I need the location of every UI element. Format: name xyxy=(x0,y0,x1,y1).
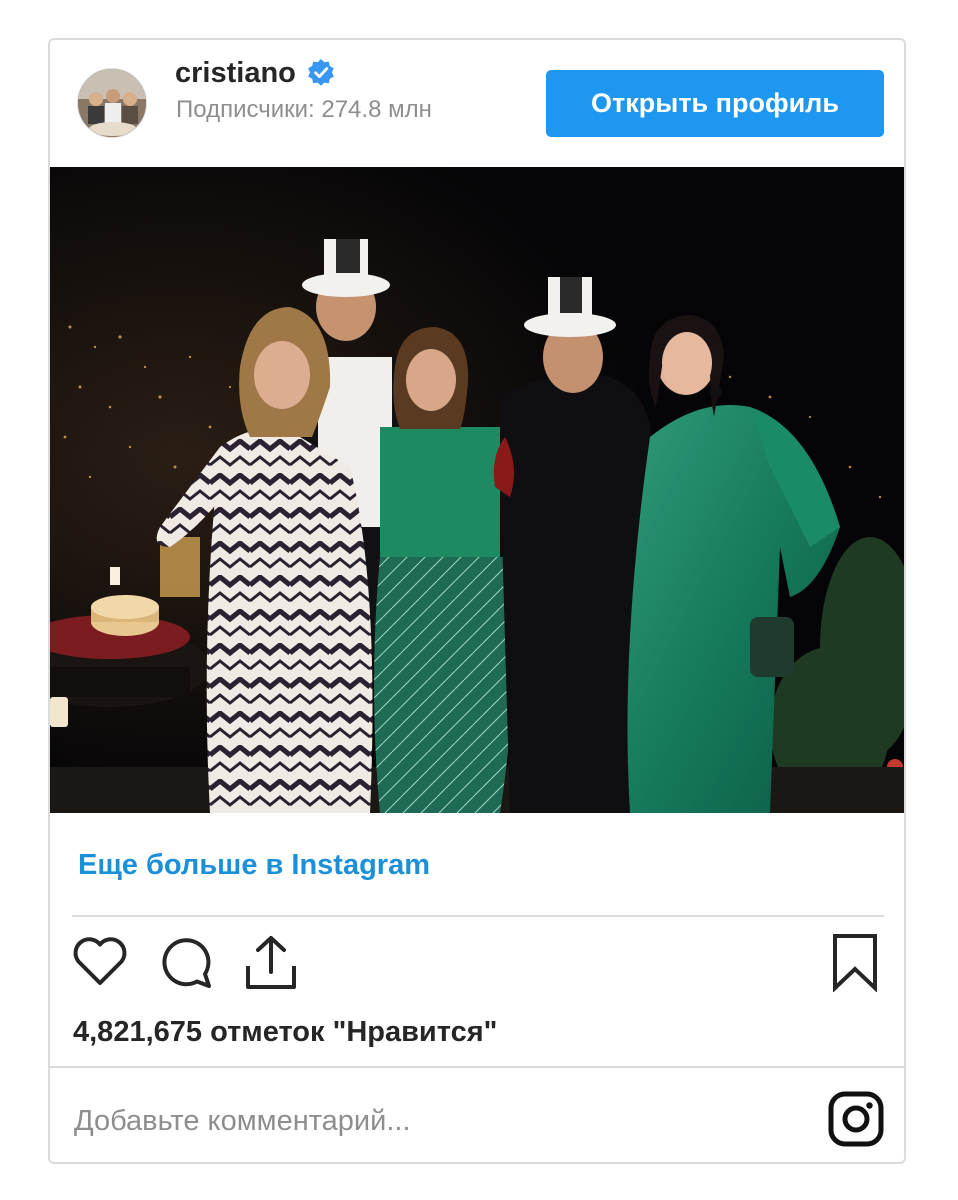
username[interactable]: cristiano xyxy=(175,55,296,91)
comment-input[interactable] xyxy=(72,1092,816,1150)
more-in-instagram-link[interactable]: Еще больше в Instagram xyxy=(78,845,430,885)
username-row: cristiano xyxy=(175,55,336,91)
followers-count: Подписчики: 274.8 млн xyxy=(176,96,432,123)
bookmark-icon[interactable] xyxy=(825,932,885,993)
profile-avatar[interactable] xyxy=(77,68,147,138)
divider xyxy=(50,1066,904,1068)
post-header: cristiano Подписчики: 274.8 млн Открыть … xyxy=(50,40,904,167)
instagram-logo-icon[interactable] xyxy=(828,1091,884,1147)
post-actions xyxy=(50,932,904,1002)
instagram-embed-card: cristiano Подписчики: 274.8 млн Открыть … xyxy=(48,38,906,1164)
share-icon[interactable] xyxy=(240,932,300,992)
heart-icon[interactable] xyxy=(70,932,130,992)
open-profile-button[interactable]: Открыть профиль xyxy=(546,70,884,137)
divider xyxy=(72,915,884,917)
verified-badge-icon xyxy=(306,58,336,88)
comment-icon[interactable] xyxy=(156,932,216,992)
post-photo[interactable] xyxy=(50,167,906,813)
likes-count: 4,821,675 отметок "Нравится" xyxy=(73,1016,498,1048)
